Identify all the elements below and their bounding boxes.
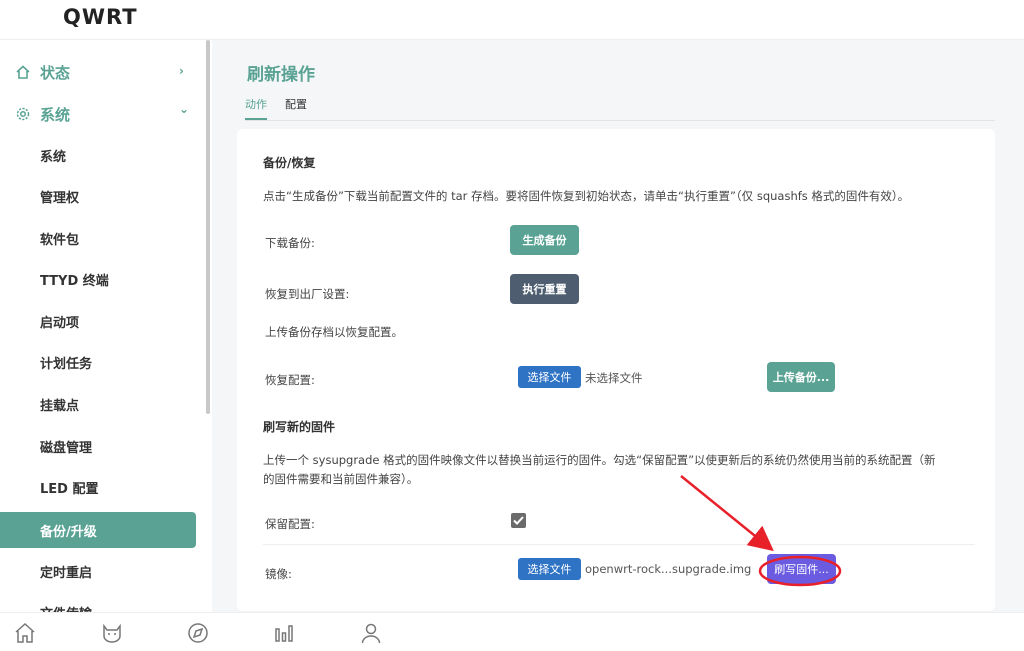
tab-config[interactable]: 配置 xyxy=(285,96,307,118)
upload-backup-note: 上传备份存档以恢复配置。 xyxy=(265,325,403,339)
tab-actions[interactable]: 动作 xyxy=(245,96,267,120)
sidebar-item-led[interactable]: LED 配置 xyxy=(0,469,196,505)
keep-config-label: 保留配置: xyxy=(265,517,315,531)
sidebar-item-label: 计划任务 xyxy=(40,357,93,372)
firmware-file-name: openwrt-rock...supgrade.img xyxy=(585,562,752,576)
sidebar-item-status[interactable]: 状态 › xyxy=(0,52,205,92)
sidebar-item-label: 系统 xyxy=(40,106,71,124)
home-icon xyxy=(16,65,30,79)
sidebar-item-label: 软件包 xyxy=(40,233,80,248)
sidebar-item-label: 系统 xyxy=(40,150,67,165)
sidebar-item-mounts[interactable]: 挂载点 xyxy=(0,386,196,422)
sidebar-item-label: 启动项 xyxy=(40,316,80,331)
download-backup-label: 下载备份: xyxy=(265,236,315,250)
sidebar-item-label: 文件传输 xyxy=(40,603,92,612)
sidebar-item-label: 备份/升级 xyxy=(40,525,97,540)
sidebar-item-ttyd[interactable]: TTYD 终端 xyxy=(0,261,196,297)
bar-chart-icon[interactable] xyxy=(272,621,296,645)
sidebar: 状态 › 系统 ⌄ 系统 管理权 软件包 TTYD 终端 启动项 计划任务 挂载… xyxy=(0,40,210,612)
firmware-description-line2: 的固件需要和当前固件兼容）。 xyxy=(263,472,419,486)
keep-config-checkbox[interactable] xyxy=(511,513,526,528)
cat-icon[interactable] xyxy=(100,621,124,645)
compass-icon[interactable] xyxy=(186,621,210,645)
sidebar-item-crontab[interactable]: 计划任务 xyxy=(0,344,196,380)
sidebar-item-packages[interactable]: 软件包 xyxy=(0,220,196,256)
sidebar-item-backup-upgrade[interactable]: 备份/升级 xyxy=(0,512,196,548)
sidebar-item-disk[interactable]: 磁盘管理 xyxy=(0,428,196,464)
upload-backup-button[interactable]: 上传备份... xyxy=(767,362,835,392)
generate-backup-button[interactable]: 生成备份 xyxy=(510,225,579,255)
sidebar-item-reboot-schedule[interactable]: 定时重启 xyxy=(0,553,196,589)
sidebar-item-startup[interactable]: 启动项 xyxy=(0,303,196,339)
brand-logo[interactable]: QWRT xyxy=(63,5,138,29)
check-icon xyxy=(513,516,524,525)
sidebar-item-label: LED 配置 xyxy=(40,482,99,497)
sidebar-item-label: 定时重启 xyxy=(40,566,93,581)
chevron-down-icon: ⌄ xyxy=(179,102,190,116)
row-divider xyxy=(263,544,975,545)
home-icon[interactable] xyxy=(13,621,37,645)
sidebar-scrollbar[interactable] xyxy=(206,40,210,414)
sidebar-item-system[interactable]: 系统 xyxy=(0,137,196,173)
firmware-section-title: 刷写新的固件 xyxy=(263,420,336,434)
flash-firmware-button[interactable]: 刷写固件... xyxy=(767,554,836,584)
sidebar-item-label: 挂载点 xyxy=(40,399,80,414)
sidebar-item-label: 管理权 xyxy=(40,191,80,206)
image-label: 镜像: xyxy=(265,567,292,581)
factory-reset-button[interactable]: 执行重置 xyxy=(510,274,579,304)
choose-backup-file-button[interactable]: 选择文件 xyxy=(518,366,581,388)
top-header: QWRT xyxy=(0,0,1024,40)
gear-icon xyxy=(16,107,30,121)
bottom-nav xyxy=(0,612,1024,651)
sidebar-item-admin[interactable]: 管理权 xyxy=(0,178,196,214)
tab-bar: 动作 配置 xyxy=(245,96,995,121)
choose-firmware-file-button[interactable]: 选择文件 xyxy=(518,558,581,580)
chevron-right-icon: › xyxy=(179,64,184,78)
sidebar-item-label: TTYD 终端 xyxy=(40,274,109,289)
page-title: 刷新操作 xyxy=(247,65,315,85)
sidebar-item-label: 状态 xyxy=(40,64,71,82)
firmware-description-line1: 上传一个 sysupgrade 格式的固件映像文件以替换当前运行的固件。勾选“保… xyxy=(263,453,936,467)
sidebar-item-label: 磁盘管理 xyxy=(40,441,93,456)
sidebar-item-system-group[interactable]: 系统 ⌄ xyxy=(0,94,205,134)
sidebar-item-file-transfer[interactable]: 文件传输 xyxy=(0,594,196,612)
backup-section-title: 备份/恢复 xyxy=(263,156,316,170)
restore-config-label: 恢复配置: xyxy=(265,373,315,387)
main-content: 刷新操作 动作 配置 备份/恢复 点击“生成备份”下载当前配置文件的 tar 存… xyxy=(212,40,1024,612)
no-file-selected-text: 未选择文件 xyxy=(585,371,643,385)
flash-operations-card: 备份/恢复 点击“生成备份”下载当前配置文件的 tar 存档。要将固件恢复到初始… xyxy=(237,129,995,611)
backup-description: 点击“生成备份”下载当前配置文件的 tar 存档。要将固件恢复到初始状态，请单击… xyxy=(263,189,910,203)
factory-reset-label: 恢复到出厂设置: xyxy=(265,287,350,301)
user-icon[interactable] xyxy=(359,621,383,645)
